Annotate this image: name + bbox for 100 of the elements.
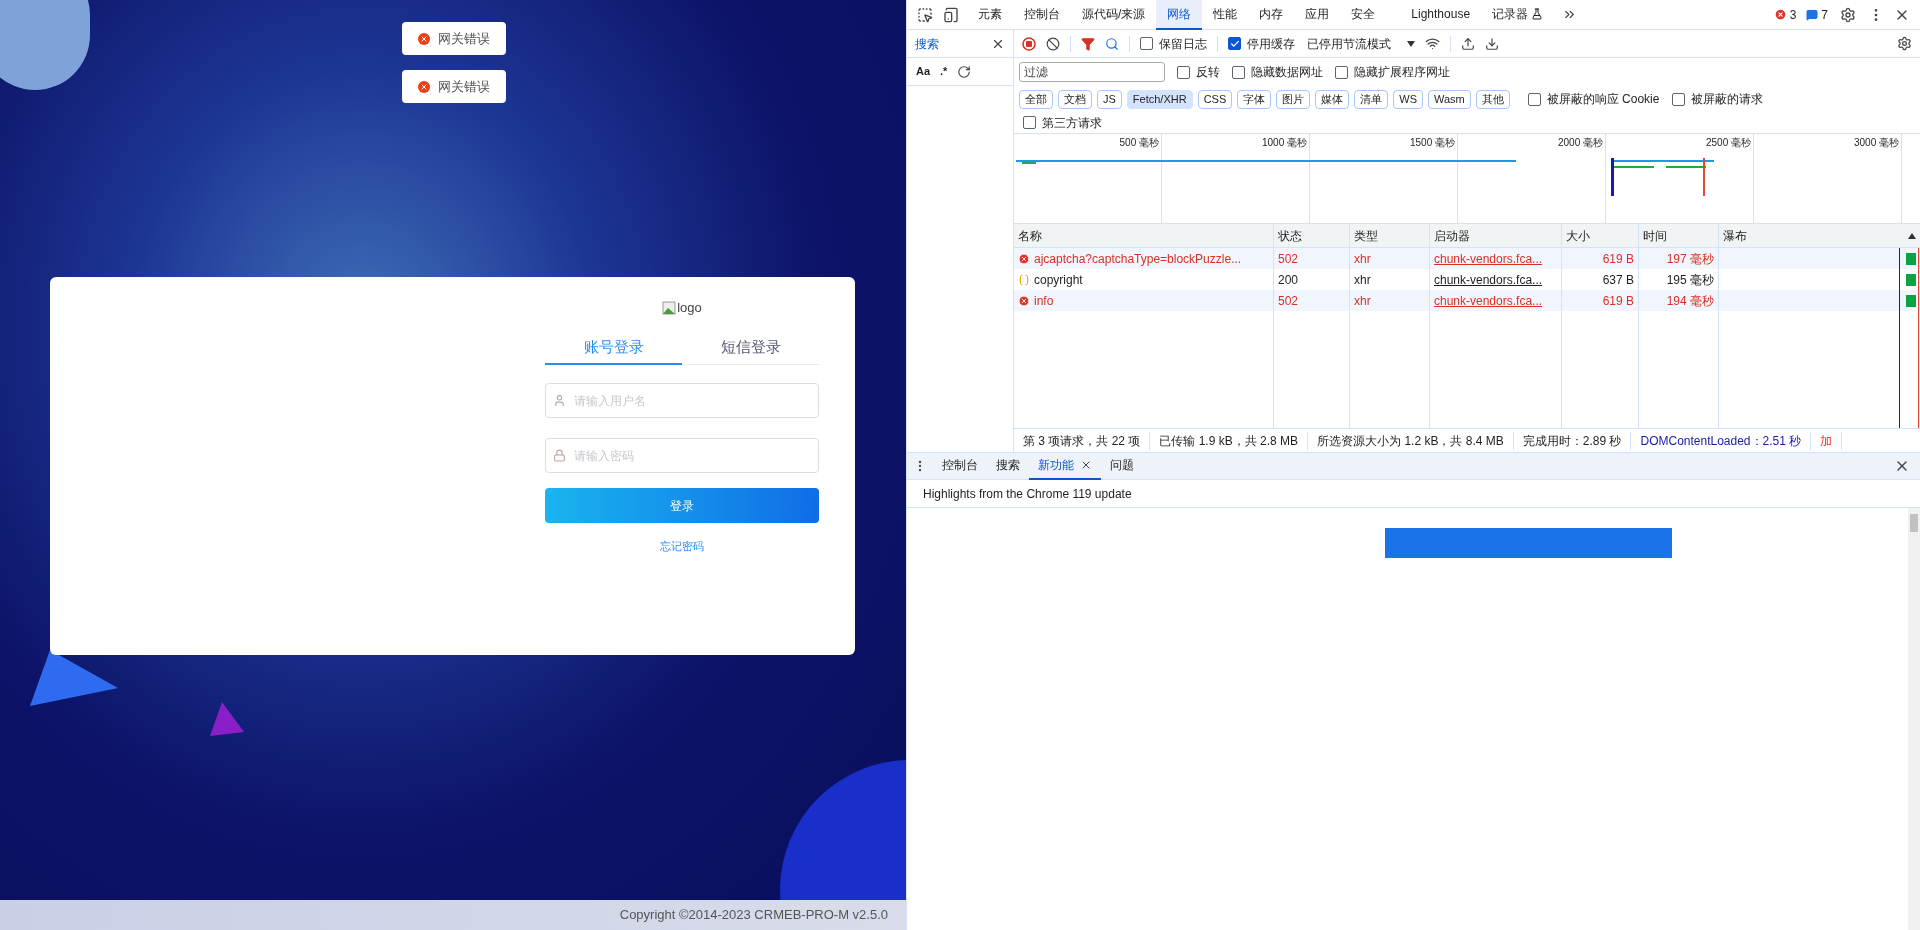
checkbox[interactable] bbox=[1232, 65, 1245, 79]
initiator-link[interactable]: chunk-vendors.fca... bbox=[1434, 270, 1543, 289]
status-text: 加 bbox=[1811, 431, 1843, 450]
timeline-tick-label: 500 毫秒 bbox=[1119, 136, 1159, 150]
forgot-password-link[interactable]: 忘记密码 bbox=[660, 538, 704, 555]
logo-alt-text: logo bbox=[677, 299, 702, 318]
login-tab[interactable]: 短信登录 bbox=[682, 331, 819, 365]
table-cell-text: xhr bbox=[1354, 292, 1371, 310]
column-header[interactable]: 状态 bbox=[1274, 224, 1349, 248]
clear-icon[interactable] bbox=[1046, 36, 1060, 51]
type-filter-chip[interactable]: Fetch/XHR bbox=[1126, 89, 1193, 109]
toast-message: 网关错误 bbox=[437, 77, 490, 96]
devtools-tab[interactable]: 控制台 bbox=[1013, 0, 1071, 30]
type-filter-chip[interactable]: 图片 bbox=[1276, 89, 1311, 109]
dropdown-caret-icon bbox=[1407, 40, 1415, 47]
error-icon bbox=[417, 80, 430, 93]
close-icon[interactable] bbox=[1080, 459, 1092, 471]
drawer-tab[interactable]: 新功能 bbox=[1029, 452, 1101, 480]
table-cell-text: 195 毫秒 bbox=[1666, 271, 1714, 289]
device-icon[interactable] bbox=[943, 6, 959, 23]
table-cell-text: xhr bbox=[1354, 250, 1371, 268]
type-filter-chip[interactable]: 文档 bbox=[1058, 89, 1092, 109]
status-text: DOMContentLoaded：2.51 秒 bbox=[1631, 431, 1812, 450]
checkbox[interactable] bbox=[1177, 65, 1190, 79]
table-cell-text: 200 bbox=[1278, 271, 1299, 289]
type-filter-chip[interactable]: 清单 bbox=[1354, 89, 1389, 109]
network-conditions-icon[interactable] bbox=[1425, 36, 1440, 51]
error-icon bbox=[1018, 294, 1030, 307]
drawer-tab[interactable]: 问题 bbox=[1101, 452, 1143, 480]
column-header[interactable]: 启动器 bbox=[1430, 224, 1561, 248]
table-cell[interactable]: info bbox=[1034, 291, 1054, 310]
regex-toggle[interactable]: .* bbox=[940, 63, 948, 80]
table-cell-text: 637 B bbox=[1602, 271, 1634, 289]
throttle-dropdown[interactable]: 已停用节流模式 bbox=[1307, 34, 1415, 53]
timeline-tick-label: 2500 毫秒 bbox=[1705, 136, 1751, 150]
match-case-toggle[interactable]: Aa bbox=[916, 63, 931, 80]
broken-image-icon bbox=[662, 301, 677, 315]
login-tab[interactable]: 账号登录 bbox=[545, 331, 682, 365]
checkbox-label: 保留日志 bbox=[1159, 35, 1207, 53]
table-cell[interactable]: copyright bbox=[1034, 270, 1083, 289]
download-icon[interactable] bbox=[1485, 36, 1499, 51]
devtools-tab[interactable]: Lighthouse bbox=[1400, 0, 1482, 30]
filter-icon[interactable] bbox=[1081, 36, 1095, 51]
timeline-tick-label: 1000 毫秒 bbox=[1261, 136, 1307, 150]
devtools-tab[interactable]: 内存 bbox=[1248, 0, 1295, 30]
message-count[interactable]: 7 bbox=[1821, 5, 1828, 24]
devtools-tab[interactable]: 源代码/来源 bbox=[1071, 0, 1157, 30]
drawer-tab[interactable]: 控制台 bbox=[933, 452, 987, 480]
table-cell-text: xhr bbox=[1354, 271, 1371, 289]
column-header[interactable]: 大小 bbox=[1562, 224, 1638, 248]
type-filter-chip[interactable]: WS bbox=[1393, 89, 1423, 109]
search-icon[interactable] bbox=[1105, 36, 1119, 51]
error-count[interactable]: 3 bbox=[1789, 5, 1797, 24]
settings-icon[interactable] bbox=[1897, 36, 1912, 51]
status-text: 第 3 项请求，共 22 项 bbox=[1014, 431, 1151, 450]
drawer-tab[interactable]: 搜索 bbox=[987, 452, 1029, 480]
table-cell-text: 619 B bbox=[1602, 292, 1634, 310]
type-filter-chip[interactable]: 媒体 bbox=[1315, 89, 1350, 109]
lock-icon bbox=[553, 449, 566, 462]
checkbox[interactable] bbox=[1672, 92, 1686, 106]
type-filter-chip[interactable]: JS bbox=[1097, 89, 1122, 109]
column-header[interactable]: 类型 bbox=[1350, 224, 1429, 248]
upload-icon[interactable] bbox=[1461, 36, 1475, 51]
timeline-tick-label: 3000 毫秒 bbox=[1853, 136, 1899, 150]
type-filter-chip[interactable]: CSS bbox=[1197, 89, 1233, 109]
devtools-tab[interactable]: 元素 bbox=[967, 0, 1013, 30]
settings-icon[interactable] bbox=[1840, 6, 1856, 23]
devtools-tab[interactable]: 网络 bbox=[1156, 0, 1203, 30]
checkbox[interactable] bbox=[1335, 65, 1348, 79]
column-header[interactable]: 瀑布 bbox=[1723, 226, 1747, 245]
checkbox-label: 被屏蔽的响应 Cookie bbox=[1546, 91, 1660, 108]
timeline-tick-label: 2000 毫秒 bbox=[1557, 136, 1603, 150]
type-filter-chip[interactable]: 字体 bbox=[1237, 89, 1272, 109]
type-filter-chip[interactable]: 其他 bbox=[1475, 89, 1510, 109]
timeline-tick-label: 1500 毫秒 bbox=[1409, 136, 1455, 150]
type-filter-chip[interactable]: Wasm bbox=[1428, 89, 1471, 109]
error-icon bbox=[417, 32, 430, 45]
checkbox[interactable] bbox=[1140, 37, 1153, 50]
devtools-tab[interactable]: 性能 bbox=[1202, 0, 1249, 30]
inspect-icon[interactable] bbox=[917, 6, 933, 23]
checkbox[interactable] bbox=[1023, 116, 1036, 129]
refresh-icon[interactable] bbox=[957, 64, 972, 79]
checkbox[interactable] bbox=[1527, 92, 1541, 106]
column-header[interactable]: 名称 bbox=[1014, 224, 1273, 248]
devtools-tab[interactable]: 应用 bbox=[1294, 0, 1341, 30]
sort-ascending-icon[interactable] bbox=[1908, 232, 1916, 239]
search-panel-tab[interactable]: 搜索 bbox=[915, 34, 939, 53]
filter-field[interactable]: 过滤 bbox=[1019, 62, 1165, 82]
message-icon bbox=[1806, 8, 1819, 21]
table-cell-text: 194 毫秒 bbox=[1666, 292, 1714, 310]
table-cell-text: 502 bbox=[1278, 250, 1299, 268]
flask-icon bbox=[1531, 7, 1544, 20]
type-filter-chip[interactable]: 全部 bbox=[1019, 89, 1053, 109]
record-stop-icon[interactable] bbox=[1022, 36, 1036, 51]
devtools-tab[interactable]: 记录器 bbox=[1481, 0, 1555, 30]
checkbox-label: 隐藏扩展程序网址 bbox=[1354, 64, 1450, 81]
column-header[interactable]: 时间 bbox=[1639, 224, 1718, 248]
devtools-tab[interactable]: 安全 bbox=[1340, 0, 1387, 30]
status-text: 所选资源大小为 1.2 kB，共 8.4 MB bbox=[1308, 431, 1514, 450]
checkbox[interactable] bbox=[1228, 37, 1241, 50]
